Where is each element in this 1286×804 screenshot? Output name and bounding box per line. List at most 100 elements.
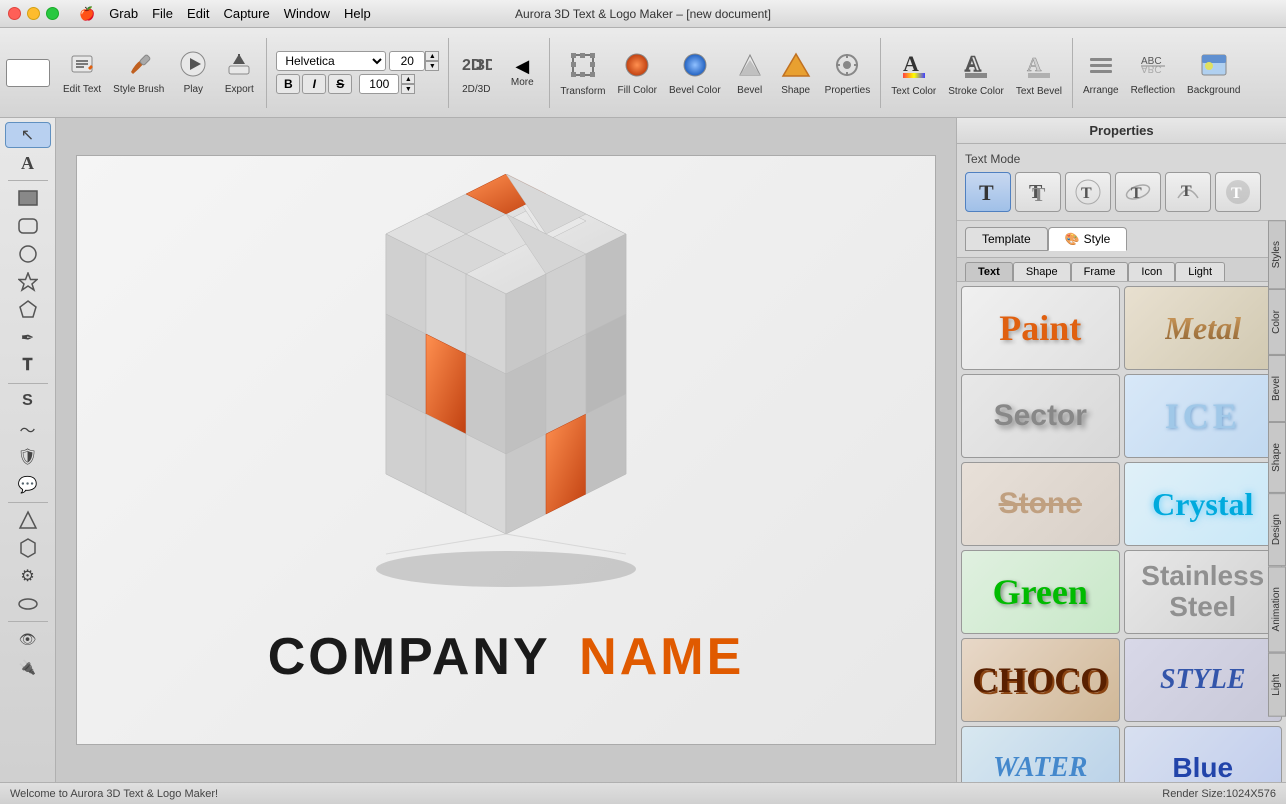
bevel-color-button[interactable]: Bevel Color xyxy=(664,47,726,99)
tool-text[interactable]: A xyxy=(5,150,51,176)
style-blue[interactable]: Blue xyxy=(1124,726,1283,782)
close-button[interactable] xyxy=(8,7,21,20)
reflection-button[interactable]: ABC ABC Reflection xyxy=(1126,47,1180,99)
style-metal[interactable]: Metal xyxy=(1124,286,1283,370)
side-tab-shape[interactable]: Shape xyxy=(1268,422,1286,493)
style-a[interactable]: STYLE xyxy=(1124,638,1283,722)
style-paint[interactable]: Paint xyxy=(961,286,1120,370)
tool-hexagon[interactable] xyxy=(5,535,51,561)
text-mode-path[interactable]: T xyxy=(1165,172,1211,212)
tool-rounded-rect[interactable] xyxy=(5,213,51,239)
minimize-button[interactable] xyxy=(27,7,40,20)
bold-button[interactable]: B xyxy=(276,74,300,94)
style-green[interactable]: Green xyxy=(961,550,1120,634)
menu-grab[interactable]: Grab xyxy=(109,6,138,21)
tool-triangle[interactable] xyxy=(5,507,51,533)
text-mode-wave[interactable]: T xyxy=(1215,172,1261,212)
side-tab-light[interactable]: Light xyxy=(1268,653,1286,717)
side-tab-color[interactable]: Color xyxy=(1268,289,1286,355)
font-scale-stepper[interactable]: ▲ ▼ xyxy=(401,74,415,94)
side-tab-styles[interactable]: Styles xyxy=(1268,220,1286,289)
style-crystal[interactable]: Crystal xyxy=(1124,462,1283,546)
tool-wave[interactable]: 〜 xyxy=(5,416,51,442)
font-size-down[interactable]: ▼ xyxy=(425,61,439,71)
transform-button[interactable]: Transform xyxy=(555,46,610,100)
text-mode-sphere[interactable]: T xyxy=(1065,172,1111,212)
menu-capture[interactable]: Capture xyxy=(223,6,269,21)
tool-rect[interactable] xyxy=(5,185,51,211)
apple-menu[interactable]: 🍎 xyxy=(79,6,95,22)
sub-tab-light[interactable]: Light xyxy=(1175,262,1225,281)
tool-circle[interactable] xyxy=(5,241,51,267)
style-tab[interactable]: 🎨Style xyxy=(1048,227,1128,251)
font-scale-input[interactable] xyxy=(359,74,399,94)
tool-pen[interactable]: ✒ xyxy=(5,325,51,351)
tool-ellipse[interactable] xyxy=(5,591,51,617)
canvas[interactable]: COMPANY NAME xyxy=(76,155,936,745)
tool-plugin[interactable]: 🔌 xyxy=(5,654,51,680)
strikethrough-button[interactable]: S xyxy=(328,74,352,94)
text-mode-flat[interactable]: T xyxy=(965,172,1011,212)
style-ice[interactable]: ICE xyxy=(1124,374,1283,458)
menu-file[interactable]: File xyxy=(152,6,173,21)
menu-window[interactable]: Window xyxy=(284,6,330,21)
fill-color-button[interactable]: Fill Color xyxy=(613,47,662,99)
more-button[interactable]: ◀ More xyxy=(500,54,544,91)
font-family-select[interactable]: Helvetica xyxy=(276,51,386,71)
italic-button[interactable]: I xyxy=(302,74,326,94)
sub-tab-icon[interactable]: Icon xyxy=(1128,262,1175,281)
arrange-button[interactable]: Arrange xyxy=(1078,47,1124,99)
tool-speech[interactable]: 💬 xyxy=(5,472,51,498)
lt-sep3 xyxy=(8,502,48,503)
text-mode-extrude[interactable]: T T xyxy=(1015,172,1061,212)
background-button[interactable]: Background xyxy=(1182,47,1245,99)
play-button[interactable]: Play xyxy=(171,47,215,98)
lt-sep1 xyxy=(8,180,48,181)
color-swatch[interactable] xyxy=(6,59,50,87)
text-mode-buttons: T T T T xyxy=(965,172,1278,212)
properties-label: Properties xyxy=(825,85,871,96)
tool-star[interactable] xyxy=(5,269,51,295)
tool-s[interactable]: S xyxy=(5,388,51,414)
tool-select[interactable]: ↖ xyxy=(5,122,51,148)
style-water[interactable]: WATER xyxy=(961,726,1120,782)
cube-svg xyxy=(306,174,706,594)
font-controls: Helvetica ▲ ▼ B I S ▲ ▼ xyxy=(272,47,443,98)
canvas-area[interactable]: COMPANY NAME xyxy=(56,118,956,782)
properties-button[interactable]: Properties xyxy=(820,47,876,99)
maximize-button[interactable] xyxy=(46,7,59,20)
side-tab-bevel[interactable]: Bevel xyxy=(1268,355,1286,422)
sub-tab-text[interactable]: Text xyxy=(965,262,1013,281)
font-scale-down[interactable]: ▼ xyxy=(401,84,415,94)
text-color-button[interactable]: A Text Color xyxy=(886,46,941,100)
export-button[interactable]: Export xyxy=(217,47,261,98)
style-choco[interactable]: CHOCO xyxy=(961,638,1120,722)
style-stone[interactable]: Stone xyxy=(961,462,1120,546)
font-scale-up[interactable]: ▲ xyxy=(401,74,415,84)
font-size-up[interactable]: ▲ xyxy=(425,51,439,61)
sub-tab-shape[interactable]: Shape xyxy=(1013,262,1071,281)
side-tab-design[interactable]: Design xyxy=(1268,493,1286,566)
text-mode-ring[interactable]: T xyxy=(1115,172,1161,212)
bevel-button[interactable]: Bevel xyxy=(728,47,772,99)
style-stainless-steel[interactable]: StainlessSteel xyxy=(1124,550,1283,634)
tool-shield[interactable]: 🛡 xyxy=(5,444,51,470)
text-bevel-button[interactable]: A Text Bevel xyxy=(1011,46,1067,100)
tool-eye[interactable]: 👁 xyxy=(5,626,51,652)
menu-help[interactable]: Help xyxy=(344,6,371,21)
edit-text-button[interactable]: Edit Text xyxy=(58,47,106,98)
tool-text-style[interactable]: 𝐓 xyxy=(5,353,51,379)
stroke-color-button[interactable]: A Stroke Color xyxy=(943,46,1009,100)
2d3d-button[interactable]: 2D 3D 2D/3D xyxy=(454,47,498,98)
font-size-stepper[interactable]: ▲ ▼ xyxy=(425,51,439,71)
menu-edit[interactable]: Edit xyxy=(187,6,209,21)
side-tab-animation[interactable]: Animation xyxy=(1268,566,1286,652)
template-tab[interactable]: Template xyxy=(965,227,1048,251)
tool-pentagon[interactable] xyxy=(5,297,51,323)
shape-button[interactable]: Shape xyxy=(774,47,818,99)
sub-tab-frame[interactable]: Frame xyxy=(1071,262,1129,281)
style-sector[interactable]: Sector xyxy=(961,374,1120,458)
font-size-input[interactable] xyxy=(389,51,425,71)
tool-gear[interactable]: ⚙ xyxy=(5,563,51,589)
style-brush-button[interactable]: Style Brush xyxy=(108,47,169,98)
